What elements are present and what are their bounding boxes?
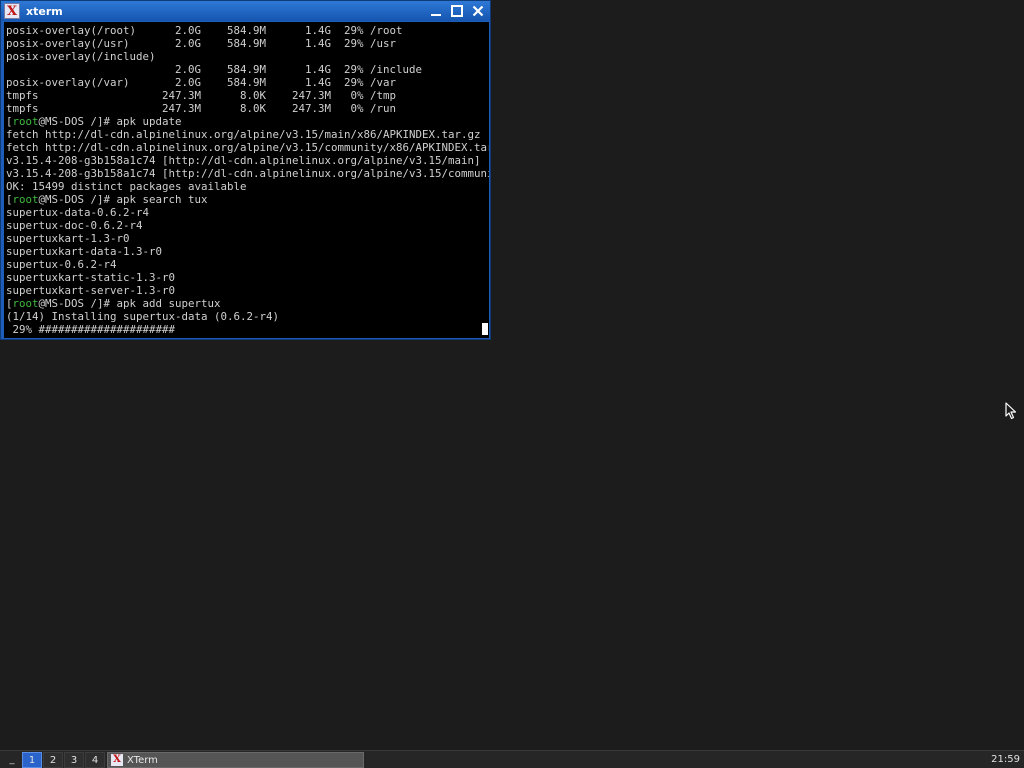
terminal-output-line: fetch http://dl-cdn.alpinelinux.org/alpi… — [6, 141, 489, 154]
terminal-output-line: posix-overlay(/root) 2.0G 584.9M 1.4G 29… — [6, 24, 403, 37]
workspace-1-button[interactable]: 1 — [22, 752, 42, 768]
terminal-prompt-line: [root@MS-DOS /]# apk update — [6, 115, 489, 128]
terminal-output-line: posix-overlay(/usr) 2.0G 584.9M 1.4G 29%… — [6, 37, 397, 50]
prompt-command: apk add supertux — [116, 297, 221, 310]
terminal-output-line: supertuxkart-1.3-r0 — [6, 232, 130, 245]
terminal-output-line: fetch http://dl-cdn.alpinelinux.org/alpi… — [6, 128, 481, 141]
root-menu-button[interactable]: _ — [4, 751, 20, 768]
taskbar-task-label: XTerm — [127, 754, 158, 766]
close-icon — [472, 5, 484, 17]
prompt-command: apk update — [116, 115, 182, 128]
window-title: xterm — [26, 4, 63, 18]
terminal-output-line: 2.0G 584.9M 1.4G 29% /include — [6, 63, 423, 76]
terminal-output-line: v3.15.4-208-g3b158a1c74 [http://dl-cdn.a… — [6, 154, 481, 167]
terminal-prompt-line: [root@MS-DOS /]# apk search tux — [6, 193, 489, 206]
prompt-user: root — [12, 115, 39, 128]
workspace-3-button[interactable]: 3 — [64, 752, 84, 768]
task-icon-glyph: X — [113, 754, 121, 765]
workspace-4-button[interactable]: 4 — [85, 752, 105, 768]
workspace-2-button[interactable]: 2 — [43, 752, 63, 768]
prompt-host-path: @MS-DOS /]# — [38, 115, 117, 128]
xterm-x-icon: X — [111, 754, 123, 766]
prompt-user: root — [12, 297, 39, 310]
maximize-icon — [451, 5, 463, 17]
xterm-window[interactable]: X xterm posix-overlay(/root) 2.0G 584.9M… — [0, 0, 491, 340]
prompt-host-path: @MS-DOS /]# — [38, 193, 117, 206]
terminal-output-line: tmpfs 247.3M 8.0K 247.3M 0% /tmp — [6, 89, 397, 102]
minimize-button[interactable] — [427, 2, 445, 20]
maximize-button[interactable] — [448, 2, 466, 20]
text-cursor — [482, 323, 488, 335]
terminal-output-line: posix-overlay(/var) 2.0G 584.9M 1.4G 29%… — [6, 76, 397, 89]
close-button[interactable] — [469, 2, 487, 20]
terminal-output-line: OK: 15499 distinct packages available — [6, 180, 247, 193]
terminal-output-line: (1/14) Installing supertux-data (0.6.2-r… — [6, 310, 280, 323]
terminal-output-area[interactable]: posix-overlay(/root) 2.0G 584.9M 1.4G 29… — [4, 22, 489, 338]
terminal-lines: posix-overlay(/root) 2.0G 584.9M 1.4G 29… — [6, 24, 489, 336]
prompt-command: apk search tux — [116, 193, 208, 206]
prompt-host-path: @MS-DOS /]# — [38, 297, 117, 310]
terminal-output-line: supertuxkart-static-1.3-r0 — [6, 271, 176, 284]
mouse-pointer-icon — [1005, 402, 1017, 420]
taskbar: _ 1 2 3 4 X XTerm 21:59 — [0, 750, 1024, 768]
terminal-output-line: posix-overlay(/include) — [6, 50, 156, 63]
clock: 21:59 — [991, 754, 1020, 765]
taskbar-xterm-button[interactable]: X XTerm — [107, 752, 364, 768]
terminal-prompt-line: [root@MS-DOS /]# apk add supertux — [6, 297, 489, 310]
prompt-user: root — [12, 193, 39, 206]
terminal-output-line: supertux-0.6.2-r4 — [6, 258, 117, 271]
window-titlebar[interactable]: X xterm — [1, 1, 490, 21]
terminal-output-line: supertuxkart-data-1.3-r0 — [6, 245, 163, 258]
terminal-output-line: tmpfs 247.3M 8.0K 247.3M 0% /run — [6, 102, 397, 115]
terminal-output-line: 29% ##################### — [6, 323, 176, 336]
terminal-output-line: supertuxkart-server-1.3-r0 — [6, 284, 176, 297]
terminal-output-line: v3.15.4-208-g3b158a1c74 [http://dl-cdn.a… — [6, 167, 489, 180]
terminal-output-line: supertux-doc-0.6.2-r4 — [6, 219, 143, 232]
xterm-x-icon[interactable]: X — [4, 3, 20, 19]
terminal-output-line: supertux-data-0.6.2-r4 — [6, 206, 150, 219]
xterm-icon-glyph: X — [6, 3, 18, 19]
minimize-icon — [431, 14, 441, 16]
